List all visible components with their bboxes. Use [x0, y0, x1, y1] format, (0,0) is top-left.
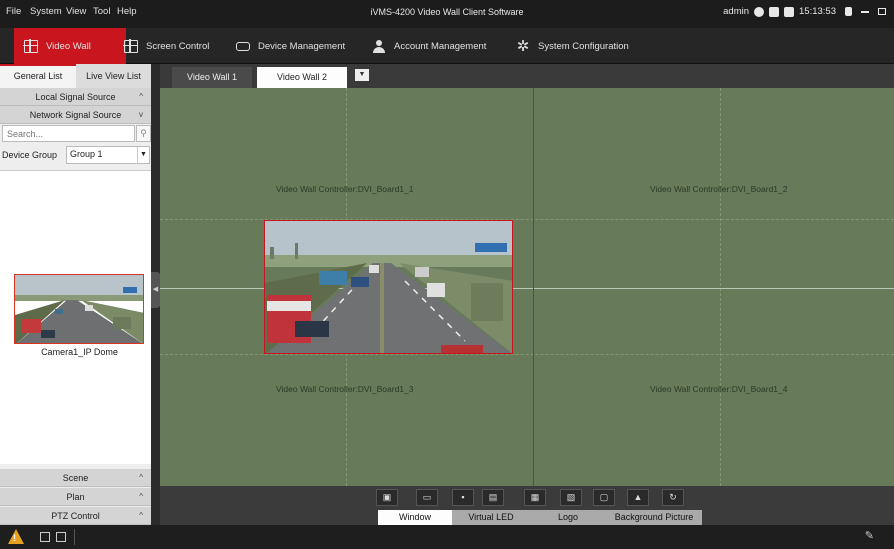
search-input[interactable]: [2, 125, 135, 142]
highway-video-image: [265, 221, 512, 353]
camera-thumbnail[interactable]: [14, 274, 144, 344]
maximize-icon[interactable]: [878, 8, 886, 15]
section-label: Scene: [62, 473, 89, 483]
module-label: Account Management: [394, 40, 487, 52]
chevron-up-icon: ^: [139, 473, 143, 482]
fullscreen-icon[interactable]: ▢: [593, 489, 615, 506]
title-bar: File System View Tool Help iVMS-4200 Vid…: [0, 0, 894, 28]
window-tool-icon[interactable]: ▣: [376, 489, 398, 506]
clear-icon[interactable]: ▦: [524, 489, 546, 506]
screen-divider: [533, 88, 534, 486]
calendar-icon[interactable]: [784, 6, 795, 17]
section-local-signal-source[interactable]: Local Signal Source ^: [0, 88, 151, 106]
module-account-management[interactable]: Account Management: [362, 28, 496, 64]
chevron-up-icon: ^: [139, 92, 143, 101]
grid-divider: [160, 354, 894, 355]
export-icon[interactable]: [56, 532, 66, 542]
camera-name[interactable]: Camera1_IP Dome: [0, 347, 159, 357]
module-device-management[interactable]: Device Management: [226, 28, 355, 64]
screen-label-4: Video Wall Controller:DVI_Board1_4: [650, 384, 788, 394]
layout-icon[interactable]: ▤: [482, 489, 504, 506]
screen-tool-icon[interactable]: ▭: [416, 489, 438, 506]
pin-icon[interactable]: ✎: [865, 529, 874, 542]
video-window[interactable]: [264, 220, 513, 354]
message-icon[interactable]: [769, 6, 780, 17]
section-label: Plan: [66, 492, 85, 502]
section-ptz-control[interactable]: PTZ Control ^: [0, 507, 151, 525]
section-network-signal-source[interactable]: Network Signal Source v: [0, 106, 151, 124]
refresh-icon[interactable]: ↻: [662, 489, 684, 506]
user-icon: [372, 39, 386, 53]
section-label: Local Signal Source: [35, 92, 116, 102]
chevron-down-icon: v: [139, 110, 143, 119]
bottom-toolbar: ▣ ▭ ▪ ▤ ▦ ▧ ▢ ▲ ↻ Window Virtual LED Log…: [160, 486, 894, 525]
search-icon[interactable]: ⚲: [136, 125, 151, 142]
screen-label-1: Video Wall Controller:DVI_Board1_1: [276, 184, 414, 194]
chevron-up-icon: ^: [139, 492, 143, 501]
divider: [74, 529, 75, 545]
record-icon[interactable]: [40, 532, 50, 542]
device-group-value: Group 1: [70, 149, 103, 159]
globe-icon[interactable]: [754, 6, 765, 17]
tab-video-wall-2[interactable]: Video Wall 2: [257, 67, 347, 88]
current-user[interactable]: admin: [723, 6, 749, 17]
section-label: Network Signal Source: [29, 110, 122, 120]
device-group-label: Device Group: [2, 150, 58, 160]
section-plan[interactable]: Plan ^: [0, 488, 151, 506]
left-panel: General List Live View List Local Signal…: [0, 64, 151, 525]
roam-icon[interactable]: ▧: [560, 489, 582, 506]
gear-icon: ✲: [516, 37, 530, 55]
wall-tab-dropdown-icon[interactable]: ▼: [355, 69, 369, 81]
left-tabs: General List Live View List: [0, 64, 151, 88]
module-screen-control[interactable]: Screen Control: [114, 28, 219, 64]
tab-background-picture[interactable]: Background Picture: [606, 510, 702, 525]
wall-tabs: Video Wall 1 Video Wall 2 ▼: [160, 64, 894, 88]
highway-thumbnail-image: [15, 275, 143, 343]
tab-virtual-led[interactable]: Virtual LED: [452, 510, 530, 525]
module-system-configuration[interactable]: ✲ System Configuration: [506, 28, 639, 64]
device-group-select[interactable]: Group 1 ▼: [66, 146, 150, 164]
alarm-tool-icon[interactable]: ▲: [627, 489, 649, 506]
module-label: System Configuration: [538, 40, 629, 52]
collapse-panel-handle[interactable]: ◀: [151, 272, 160, 308]
device-icon: [236, 41, 250, 51]
status-bar: ! ✎: [0, 525, 894, 549]
tab-general-list[interactable]: General List: [0, 64, 76, 88]
screen-control-icon: [123, 38, 138, 53]
module-label: Device Management: [258, 40, 346, 52]
module-video-wall[interactable]: Video Wall: [14, 28, 126, 64]
minimize-icon[interactable]: [861, 10, 869, 13]
section-label: PTZ Control: [51, 511, 100, 521]
module-label: Video Wall: [46, 40, 91, 52]
grid-divider: [720, 88, 721, 486]
tab-window[interactable]: Window: [378, 510, 452, 525]
tab-video-wall-1[interactable]: Video Wall 1: [172, 67, 252, 88]
video-wall-icon: [23, 38, 38, 53]
chevron-up-icon: ^: [139, 511, 143, 520]
tab-live-view-list[interactable]: Live View List: [76, 64, 151, 88]
lock-icon[interactable]: [845, 7, 852, 16]
screen-label-2: Video Wall Controller:DVI_Board1_2: [650, 184, 788, 194]
clock: 15:13:53: [799, 6, 836, 17]
alarm-warning-icon[interactable]: !: [8, 529, 24, 544]
tab-logo[interactable]: Logo: [530, 510, 606, 525]
title-status-area: admin 15:13:53: [723, 6, 886, 17]
screen-label-3: Video Wall Controller:DVI_Board1_3: [276, 384, 414, 394]
camera-list: Camera1_IP Dome: [0, 170, 151, 464]
dropdown-arrow-icon: ▼: [137, 147, 149, 163]
module-label: Screen Control: [146, 40, 210, 52]
module-tabs: Video Wall Screen Control Device Managem…: [0, 28, 894, 64]
video-wall-canvas[interactable]: Video Wall Controller:DVI_Board1_1 Video…: [160, 88, 894, 486]
section-scene[interactable]: Scene ^: [0, 469, 151, 487]
split-icon[interactable]: ▪: [452, 489, 474, 506]
